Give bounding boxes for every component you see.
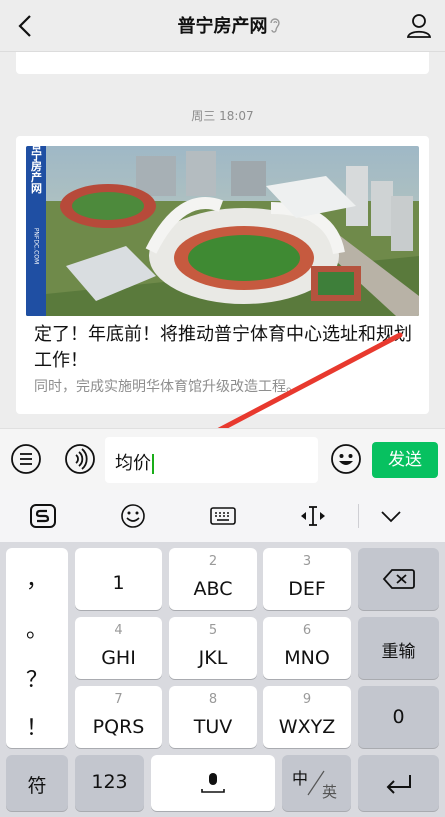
key-5[interactable]: 5 JKL [169, 617, 257, 679]
key-2[interactable]: 2 ABC [169, 548, 257, 610]
send-button[interactable]: 发送 [372, 442, 438, 478]
key-label: MNO [284, 647, 330, 669]
key-label: DEF [288, 578, 326, 600]
list-icon[interactable] [10, 443, 42, 475]
key-7[interactable]: 7 PQRS [75, 686, 162, 748]
key-4[interactable]: 4 GHI [75, 617, 162, 679]
message-input-value: 均价 [115, 453, 151, 474]
punctuation-column[interactable]: ， 。 ？ ！ [6, 548, 68, 748]
punct-comma-key[interactable]: ， [6, 562, 68, 594]
key-number: 8 [208, 692, 218, 707]
key-label: JKL [198, 647, 228, 669]
key-0[interactable]: 0 [358, 686, 439, 748]
emoji-icon[interactable] [330, 443, 362, 475]
lang-en-label: 英 [322, 783, 338, 801]
cursor-move-icon[interactable] [298, 502, 328, 530]
emoji-icon[interactable] [118, 502, 148, 530]
symbol-key[interactable]: 符 [6, 755, 68, 811]
toolbar-divider [358, 504, 359, 528]
key-1[interactable]: 1 [75, 548, 162, 610]
key-label: 重输 [381, 642, 416, 662]
key-number: 4 [114, 623, 123, 638]
key-number: 9 [302, 692, 312, 707]
enter-icon [386, 775, 411, 794]
number-mode-key[interactable]: 123 [75, 755, 144, 811]
key-label: TUV [193, 716, 233, 738]
collapse-icon[interactable] [376, 502, 406, 530]
punct-exclaim-key[interactable]: ！ [6, 710, 68, 742]
backspace-key[interactable] [358, 548, 439, 610]
key-label: WXYZ [278, 716, 336, 738]
language-switch-key[interactable]: 中 英 [282, 755, 351, 811]
punct-period-key[interactable]: 。 [6, 612, 68, 644]
key-number: 5 [208, 623, 218, 638]
key-label: 符 [27, 775, 47, 797]
key-label: 123 [91, 771, 128, 793]
key-label: PQRS [92, 716, 145, 738]
key-number: 2 [208, 554, 218, 569]
key-number: 6 [302, 623, 312, 638]
key-label: GHI [101, 647, 136, 669]
key-label: 0 [392, 706, 405, 728]
key-number: 3 [302, 554, 312, 569]
t9-keyboard: ， 。 ？ ！ 1 2 ABC 3 DEF 4 GHI 5 JKL 6 MNO … [0, 542, 445, 817]
key-number: 7 [114, 692, 123, 707]
sogou-logo-icon[interactable] [28, 502, 58, 530]
microphone-icon [201, 773, 225, 793]
key-3[interactable]: 3 DEF [263, 548, 351, 610]
key-6[interactable]: 6 MNO [263, 617, 351, 679]
message-input-bar: 均价 发送 [0, 428, 445, 490]
retype-key[interactable]: 重输 [358, 617, 439, 679]
backspace-icon [382, 569, 415, 589]
key-8[interactable]: 8 TUV [169, 686, 257, 748]
message-input[interactable]: 均价 [105, 437, 318, 483]
keyboard-toolbar [0, 490, 445, 542]
punct-question-key[interactable]: ？ [6, 662, 68, 694]
space-key[interactable] [151, 755, 275, 811]
voice-icon[interactable] [64, 443, 96, 475]
key-label: ABC [193, 578, 233, 600]
key-9[interactable]: 9 WXYZ [263, 686, 351, 748]
enter-key[interactable] [358, 755, 439, 811]
text-cursor [152, 454, 154, 474]
keyboard-icon[interactable] [208, 502, 238, 530]
key-label: 1 [112, 572, 125, 594]
